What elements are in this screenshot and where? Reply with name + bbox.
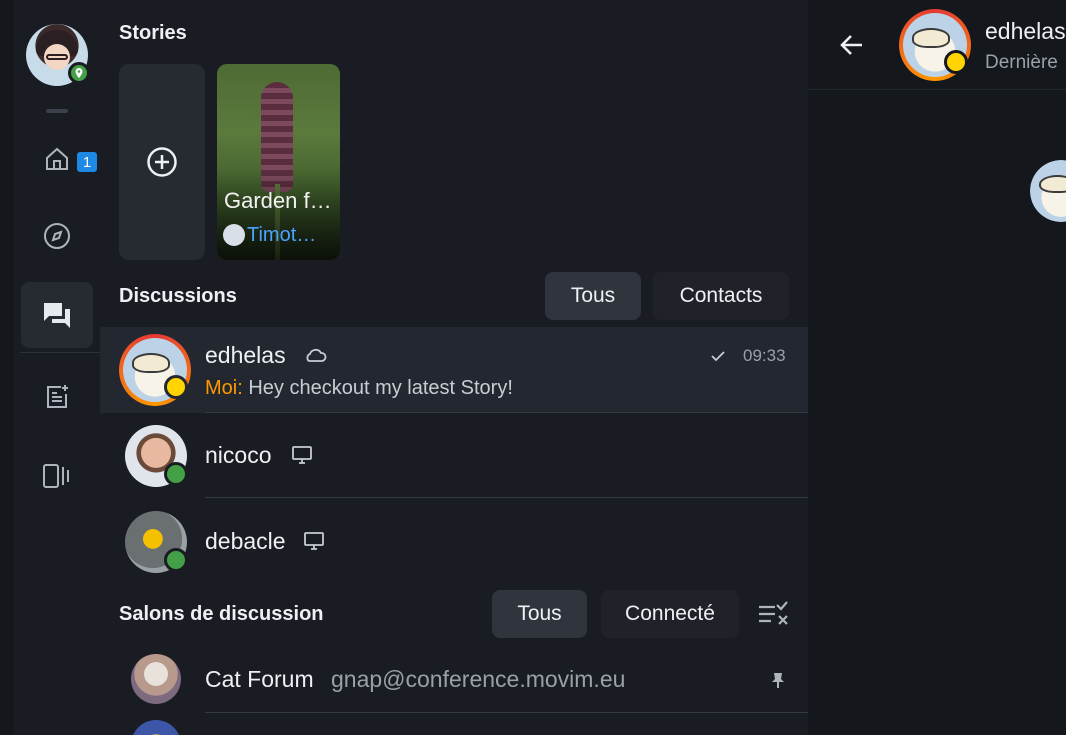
rooms-title: Salons de discussion — [119, 603, 324, 625]
discussion-row-nicoco[interactable]: nicoco — [100, 413, 808, 497]
contact-name: debacle — [205, 528, 286, 554]
online-status-icon — [164, 462, 188, 486]
rail-separator — [46, 109, 68, 113]
check-icon — [710, 349, 726, 368]
panels-button[interactable] — [21, 443, 93, 509]
arrow-back-icon — [840, 35, 862, 55]
rail-divider — [20, 352, 100, 353]
contact-name: nicoco — [205, 442, 272, 468]
room-row-cat-forum[interactable]: Cat Forum gnap@conference.movim.eu — [100, 636, 808, 712]
story-title: Garden f… — [224, 188, 332, 213]
location-badge-icon — [68, 62, 90, 84]
home-icon — [46, 147, 68, 170]
chat-contact-name: edhelas — [985, 18, 1066, 44]
chat-header: edhelas Dernière — [808, 0, 1066, 90]
discussions-title: Discussions — [119, 285, 237, 307]
contact-name: edhelas — [205, 342, 286, 368]
discussions-filter-contacts[interactable]: Contacts — [653, 272, 789, 320]
home-button[interactable]: 1 — [21, 126, 99, 192]
room-address: gnap@conference.movim.eu — [331, 666, 626, 692]
me-prefix: Moi: — [205, 377, 243, 399]
navigation-rail: 1 — [14, 0, 100, 735]
chat-last-seen: Dernière — [985, 52, 1058, 73]
rooms-filter-all[interactable]: Tous — [492, 590, 587, 638]
discussion-row-debacle[interactable]: debacle — [100, 498, 808, 584]
chat-bubbles-icon — [44, 303, 70, 328]
away-moon-icon — [944, 50, 968, 74]
story-card[interactable]: Garden f… Timot… — [217, 64, 340, 260]
desktop-icon — [303, 531, 325, 556]
stories-title: Stories — [119, 22, 187, 44]
story-author-avatar — [223, 224, 245, 246]
avatar — [131, 654, 181, 704]
message-avatar — [1030, 160, 1066, 222]
chats-button[interactable] — [21, 282, 93, 348]
compass-icon — [44, 223, 70, 249]
back-button[interactable] — [838, 31, 866, 64]
last-message-text: Hey checkout my latest Story! — [248, 377, 513, 399]
filter-clear-icon — [759, 601, 788, 625]
clear-filter-button[interactable] — [755, 599, 791, 634]
desktop-icon — [291, 445, 313, 470]
room-name: Cat Forum — [205, 666, 314, 692]
explore-button[interactable] — [21, 203, 93, 269]
cloud-icon — [303, 346, 327, 369]
rooms-filter-connected[interactable]: Connecté — [601, 590, 739, 638]
room-avatar — [131, 720, 181, 735]
conversations-panel: Stories Garden f… Timot… Discussions Tou… — [100, 0, 808, 735]
home-notification-badge: 1 — [75, 150, 99, 174]
posts-button[interactable] — [21, 364, 93, 430]
pin-icon — [771, 671, 785, 694]
discussions-filter-all[interactable]: Tous — [545, 272, 641, 320]
message-time: 09:33 — [743, 346, 786, 365]
add-story-button[interactable] — [119, 64, 205, 260]
post-add-icon — [47, 385, 68, 408]
discussion-row-edhelas[interactable]: edhelas 09:33 Moi: Hey checkout my lates… — [100, 327, 808, 413]
last-message: Moi: Hey checkout my latest Story! — [205, 377, 513, 400]
chat-panel: edhelas Dernière — [808, 0, 1066, 735]
story-author[interactable]: Timot… — [247, 224, 316, 247]
add-circle-icon — [147, 147, 177, 177]
online-status-icon — [164, 548, 188, 572]
away-moon-icon — [164, 375, 188, 399]
view-panels-icon — [43, 464, 69, 488]
